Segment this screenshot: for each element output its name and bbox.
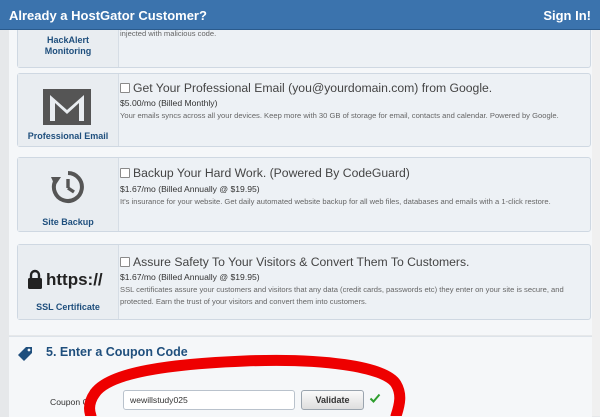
hackalert-icon: HackAlert Monitoring bbox=[18, 30, 119, 67]
addon-card-site-backup: Site Backup Backup Your Hard Work. (Powe… bbox=[17, 157, 591, 232]
header-title: Already a HostGator Customer? bbox=[9, 8, 207, 23]
price-tag-icon bbox=[18, 347, 32, 361]
addon-label-hackalert-line2: Monitoring bbox=[44, 46, 92, 56]
envelope-icon bbox=[43, 89, 91, 125]
addon-description: injected with malicious code. bbox=[120, 29, 217, 38]
checkmark-icon bbox=[369, 393, 381, 403]
customer-header-bar: Already a HostGator Customer? Sign In! bbox=[0, 0, 600, 30]
addon-description-ssl: SSL certificates assure your customers a… bbox=[120, 285, 564, 306]
addon-card-ssl-certificate: https:// SSL Certificate Assure Safety T… bbox=[17, 244, 591, 320]
coupon-section: 5. Enter a Coupon Code Coupon Co Validat… bbox=[9, 336, 592, 417]
addon-price-email: $5.00/mo (Billed Monthly) bbox=[120, 98, 218, 108]
coupon-code-label: Coupon Co bbox=[50, 397, 94, 407]
https-text: https:// bbox=[46, 270, 103, 289]
addon-label-backup: Site Backup bbox=[42, 217, 94, 227]
clock-history-icon bbox=[51, 171, 84, 203]
addon-checkbox-ssl[interactable] bbox=[120, 257, 130, 267]
addon-heading-email: Get Your Professional Email (you@yourdom… bbox=[133, 81, 493, 95]
scrollbar[interactable] bbox=[592, 30, 600, 416]
addon-description-backup: It's insurance for your website. Get dai… bbox=[120, 197, 551, 206]
addon-label-ssl: SSL Certificate bbox=[36, 302, 100, 312]
sign-in-link[interactable]: Sign In! bbox=[543, 8, 591, 23]
addon-heading-ssl: Assure Safety To Your Visitors & Convert… bbox=[133, 255, 470, 269]
coupon-code-input[interactable] bbox=[123, 390, 295, 410]
addon-checkbox-email[interactable] bbox=[120, 83, 130, 93]
coupon-section-title: 5. Enter a Coupon Code bbox=[46, 345, 188, 359]
addon-label-hackalert-line1: HackAlert bbox=[46, 35, 90, 45]
addon-description-email: Your emails syncs across all your device… bbox=[120, 111, 559, 120]
padlock-icon: https:// SSL Certificate bbox=[18, 245, 119, 319]
addon-checkbox-backup[interactable] bbox=[120, 168, 130, 178]
addon-price-ssl: $1.67/mo (Billed Annually @ $19.95) bbox=[120, 272, 260, 282]
backup-history-icon: Site Backup bbox=[18, 158, 119, 231]
addon-label-email: Professional Email bbox=[27, 131, 109, 141]
addon-card-hackalert: HackAlert Monitoring injected with malic… bbox=[17, 29, 591, 68]
lock-icon bbox=[28, 269, 42, 289]
addon-card-professional-email: Professional Email Get Your Professional… bbox=[17, 73, 591, 147]
addon-heading-backup: Backup Your Hard Work. (Powered By CodeG… bbox=[133, 166, 410, 180]
gmail-envelope-icon: Professional Email bbox=[18, 74, 119, 146]
validate-button[interactable]: Validate bbox=[301, 390, 364, 410]
addon-price-backup: $1.67/mo (Billed Annually @ $19.95) bbox=[120, 184, 260, 194]
